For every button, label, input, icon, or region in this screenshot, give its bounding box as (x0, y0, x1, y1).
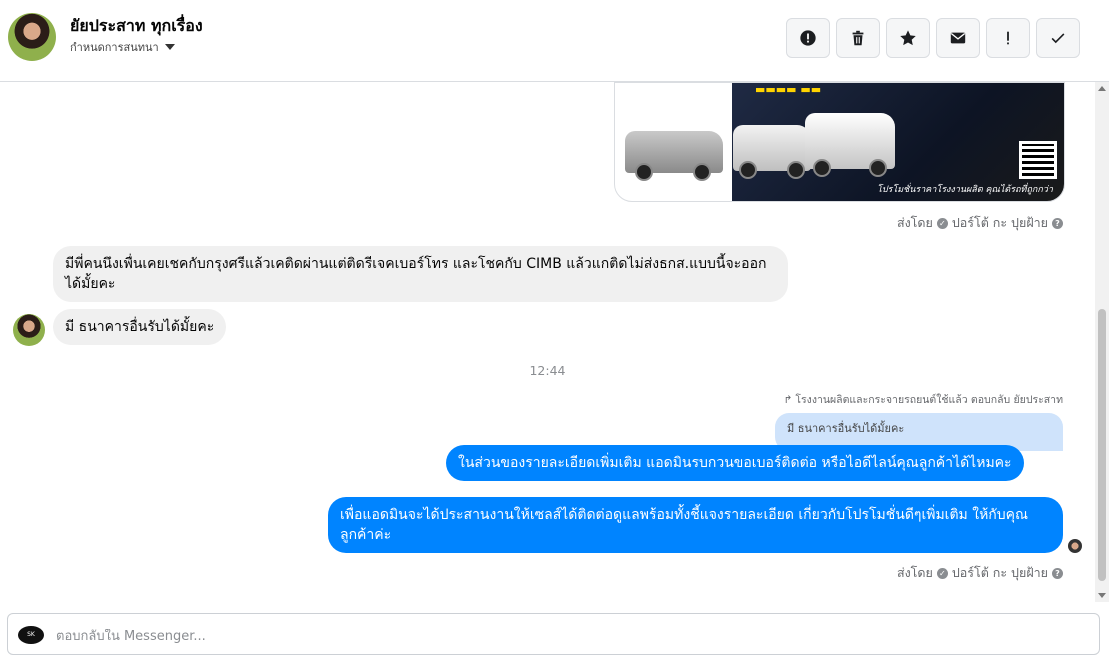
ad-headline-graphic: ▬▬▬▬ ▬▬ (755, 83, 822, 96)
verified-check-icon: ✓ (936, 567, 948, 579)
message-scrollbar[interactable] (1095, 82, 1109, 602)
alert-circle-icon (800, 30, 816, 46)
scroll-down-icon[interactable] (1098, 593, 1106, 598)
qr-code-image (1019, 141, 1057, 179)
reply-composer: SK (7, 613, 1100, 655)
message-timestamp: 12:44 (529, 363, 566, 378)
contact-avatar[interactable] (8, 13, 56, 61)
sent-by-label: ส่งโดย ✓ ปอร์โต้ กะ ปุยฝ้าย ? (897, 563, 1063, 583)
incoming-message[interactable]: มี ธนาคารอื่นรับได้มั้ยคะ (53, 309, 227, 345)
sent-by-name: ปอร์โต้ กะ ปุยฝ้าย (951, 565, 1048, 580)
verified-check-icon: ✓ (936, 217, 948, 229)
star-icon (900, 30, 916, 46)
sent-by-prefix: ส่งโดย (896, 565, 933, 580)
ad-caption: โปรโมชั่นราคาโรงงานผลิต คุณได้รถที่ถูกกว… (877, 185, 1053, 195)
scroll-thumb[interactable] (1098, 309, 1106, 581)
mark-spam-button[interactable] (786, 18, 830, 58)
star-button[interactable] (886, 18, 930, 58)
follow-up-button[interactable] (986, 18, 1030, 58)
contact-name[interactable]: ยัยประสาท ทุกเรื่อง (70, 14, 203, 39)
mark-unread-button[interactable] (936, 18, 980, 58)
page-logo-icon: SK (18, 626, 44, 644)
caret-down-icon (164, 44, 175, 50)
message-thread: ▬▬▬▬ ▬▬ โปรโมชั่นราคาโรงงานผลิต คุณได้รถ… (0, 82, 1095, 608)
help-icon[interactable]: ? (1052, 567, 1063, 579)
reply-context: ↱ โรงงานผลิตและกระจายรถยนต์ใช้แล้ว ตอบกล… (784, 391, 1063, 408)
shared-ad-image[interactable]: ▬▬▬▬ ▬▬ โปรโมชั่นราคาโรงงานผลิต คุณได้รถ… (614, 82, 1065, 202)
reply-input[interactable] (56, 629, 656, 644)
conversation-toolbar (786, 18, 1080, 58)
delete-button[interactable] (836, 18, 880, 58)
pickup-truck-image-2 (805, 113, 895, 177)
seen-avatar (1068, 539, 1082, 553)
assign-label: กำหนดการสนทนา (70, 41, 159, 54)
outgoing-message[interactable]: เพื่อแอดมินจะได้ประสานงานให้เซลส์ได้ติดต… (328, 497, 1063, 553)
assign-conversation-dropdown[interactable]: กำหนดการสนทนา (70, 38, 175, 56)
sender-avatar[interactable] (13, 314, 45, 346)
sent-by-name: ปอร์โต้ กะ ปุยฝ้าย (951, 215, 1048, 230)
mark-done-button[interactable] (1036, 18, 1080, 58)
exclamation-icon (1007, 31, 1009, 45)
reply-arrow-icon: ↱ (783, 393, 793, 406)
sedan-car-image (625, 131, 723, 181)
sent-by-label: ส่งโดย ✓ ปอร์โต้ กะ ปุยฝ้าย ? (897, 213, 1063, 233)
scroll-up-icon[interactable] (1098, 86, 1106, 91)
outgoing-message[interactable]: ในส่วนของรายละเอียดเพิ่มเติม แอดมินรบกวน… (446, 445, 1024, 481)
sent-by-prefix: ส่งโดย (896, 215, 933, 230)
help-icon[interactable]: ? (1052, 217, 1063, 229)
trash-icon (852, 30, 864, 46)
envelope-icon (950, 32, 966, 44)
conversation-header: ยัยประสาท ทุกเรื่อง กำหนดการสนทนา (0, 0, 1109, 82)
incoming-message[interactable]: มีพี่คนนึงเพื่นเคยเชคกับกรุงศรีแล้วเคติด… (53, 246, 788, 302)
pickup-truck-image-1 (733, 125, 811, 179)
reply-context-text: โรงงานผลิตและกระจายรถยนต์ใช้แล้ว ตอบกลับ… (795, 394, 1063, 406)
checkmark-icon (1051, 33, 1065, 44)
